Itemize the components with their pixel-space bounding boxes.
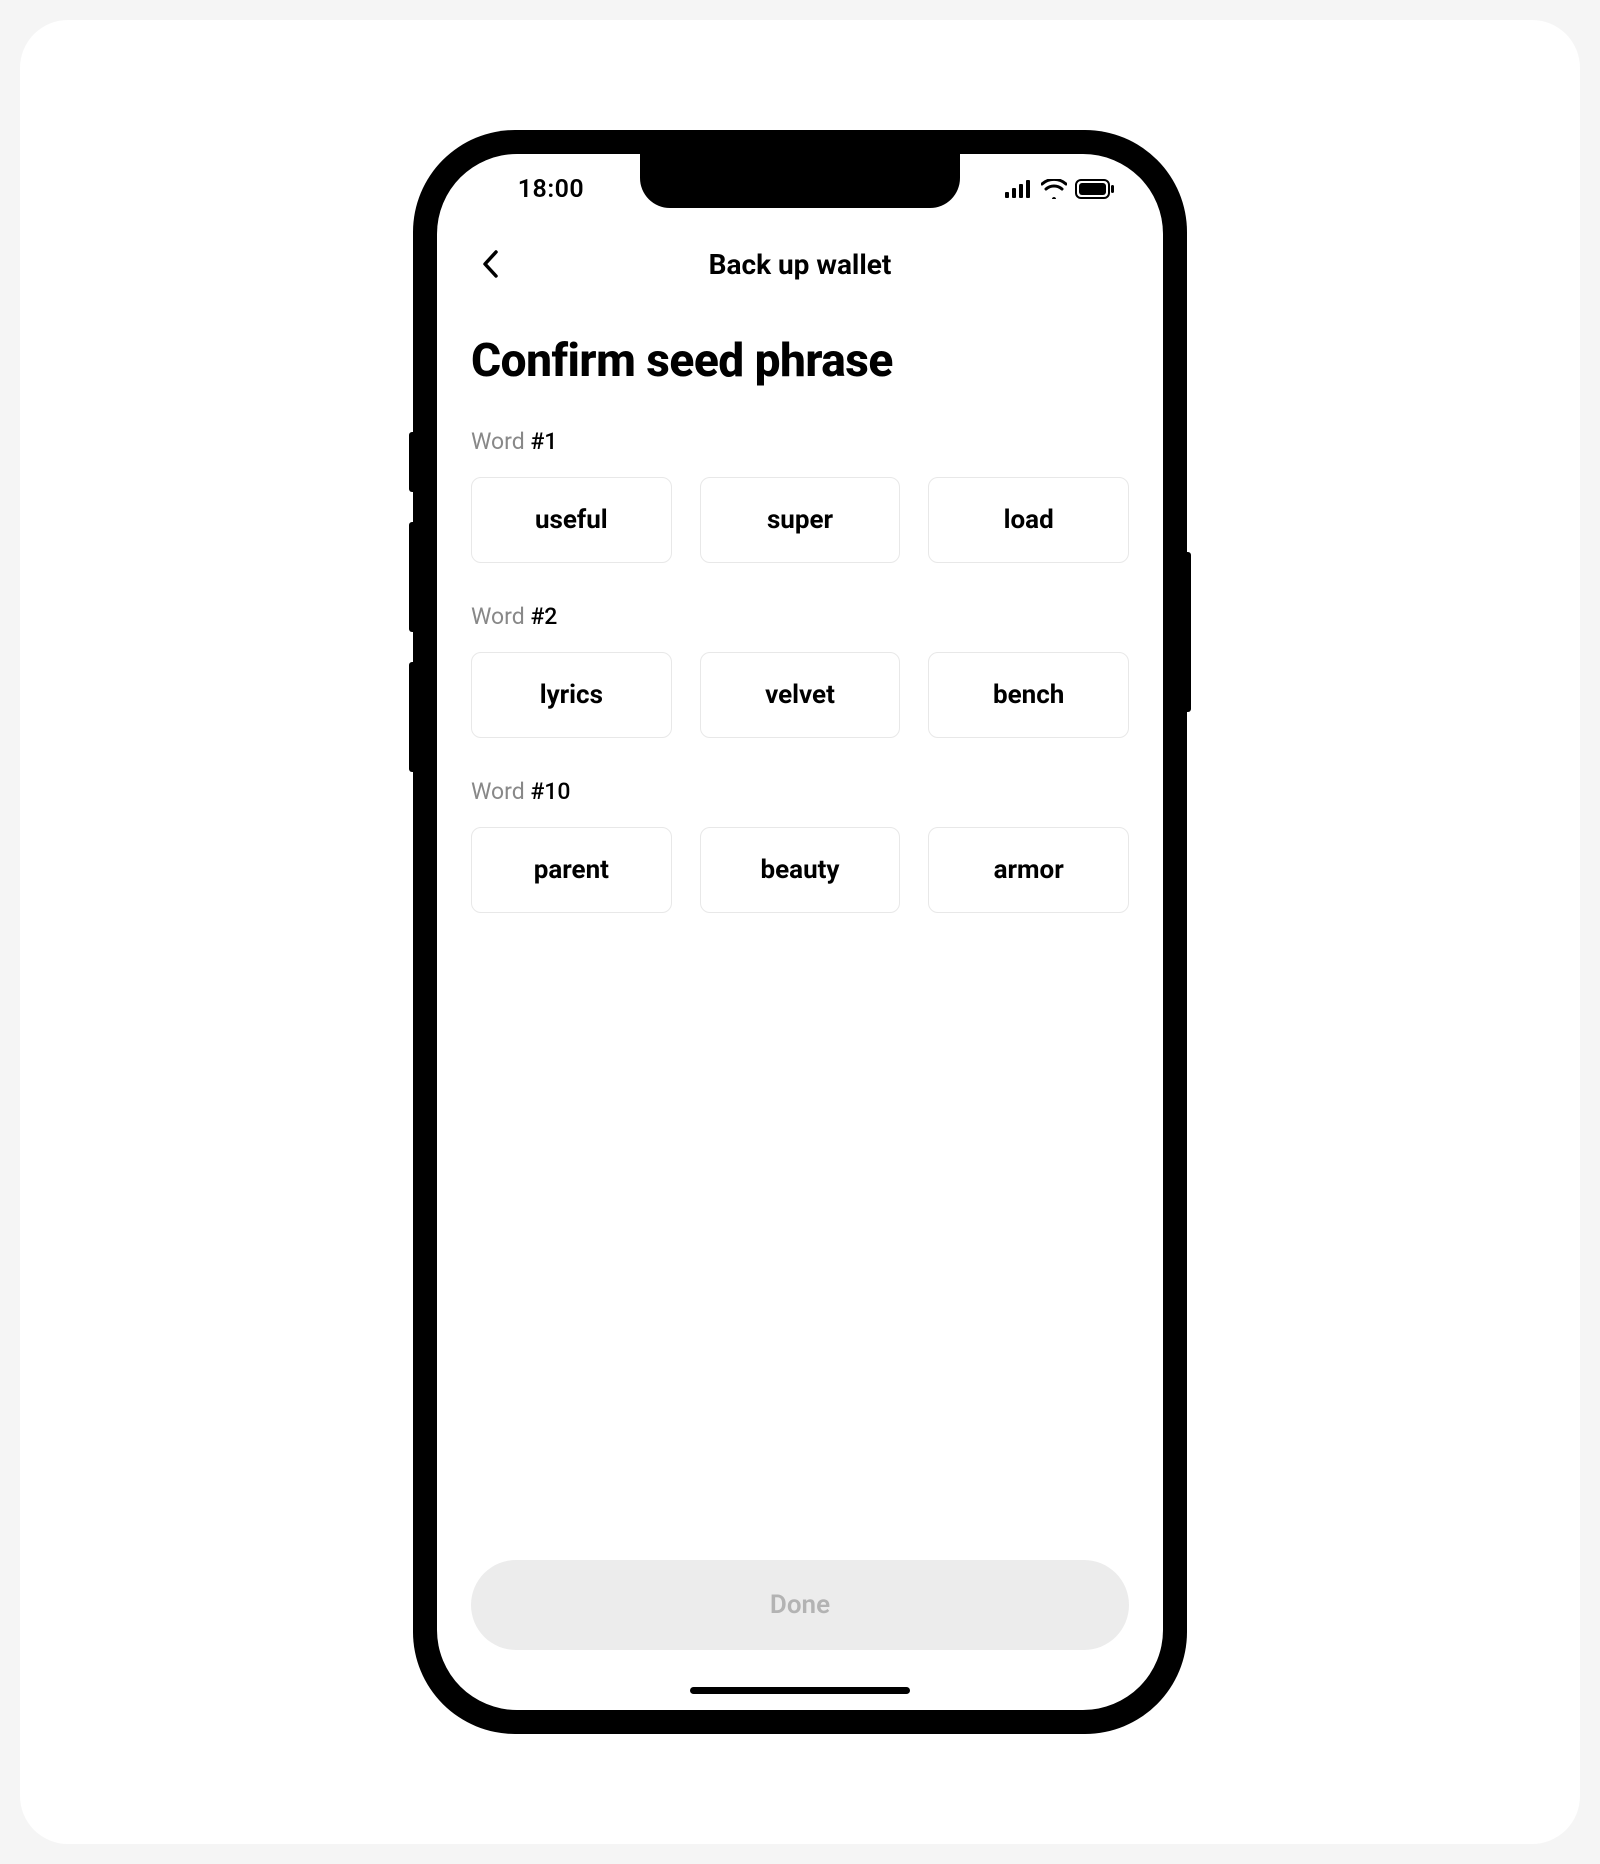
word-label-number: #2 [530, 603, 557, 630]
phone-volume-up [409, 522, 415, 632]
canvas: 18:00 [20, 20, 1580, 1844]
word-label: Word #2 [471, 603, 1129, 630]
word-label-prefix: Word [471, 778, 530, 805]
options-row: useful super load [471, 477, 1129, 563]
seed-word-option[interactable]: lyrics [471, 652, 672, 738]
options-row: parent beauty armor [471, 827, 1129, 913]
word-label-number: #10 [530, 778, 570, 805]
seed-word-option[interactable]: super [700, 477, 901, 563]
footer: Done [437, 1540, 1163, 1710]
options-row: lyrics velvet bench [471, 652, 1129, 738]
seed-word-option[interactable]: armor [928, 827, 1129, 913]
status-time: 18:00 [491, 175, 611, 204]
phone-power-button [1185, 552, 1191, 712]
seed-word-option[interactable]: parent [471, 827, 672, 913]
word-group-1: Word #1 useful super load [471, 428, 1129, 563]
notch [640, 154, 960, 208]
battery-icon [1075, 179, 1115, 199]
word-label: Word #10 [471, 778, 1129, 805]
word-label-prefix: Word [471, 603, 530, 630]
phone-frame: 18:00 [415, 132, 1185, 1732]
phone-volume-down [409, 662, 415, 772]
page-title: Confirm seed phrase [471, 334, 1129, 388]
seed-word-option[interactable]: load [928, 477, 1129, 563]
wifi-icon [1041, 179, 1067, 199]
screen: 18:00 [437, 154, 1163, 1710]
word-group-2: Word #2 lyrics velvet bench [471, 603, 1129, 738]
nav-bar: Back up wallet [437, 224, 1163, 304]
status-icons [1005, 179, 1115, 199]
nav-title: Back up wallet [709, 248, 892, 281]
seed-word-option[interactable]: useful [471, 477, 672, 563]
back-button[interactable] [471, 244, 511, 284]
cellular-signal-icon [1005, 180, 1033, 198]
home-indicator[interactable] [690, 1687, 910, 1694]
seed-word-option[interactable]: bench [928, 652, 1129, 738]
content: Confirm seed phrase Word #1 useful super… [437, 304, 1163, 1540]
seed-word-option[interactable]: velvet [700, 652, 901, 738]
phone-mute-switch [409, 432, 415, 492]
word-label: Word #1 [471, 428, 1129, 455]
word-group-3: Word #10 parent beauty armor [471, 778, 1129, 913]
word-label-number: #1 [530, 428, 557, 455]
seed-word-option[interactable]: beauty [700, 827, 901, 913]
word-label-prefix: Word [471, 428, 530, 455]
done-button[interactable]: Done [471, 1560, 1129, 1650]
chevron-left-icon [480, 249, 502, 279]
